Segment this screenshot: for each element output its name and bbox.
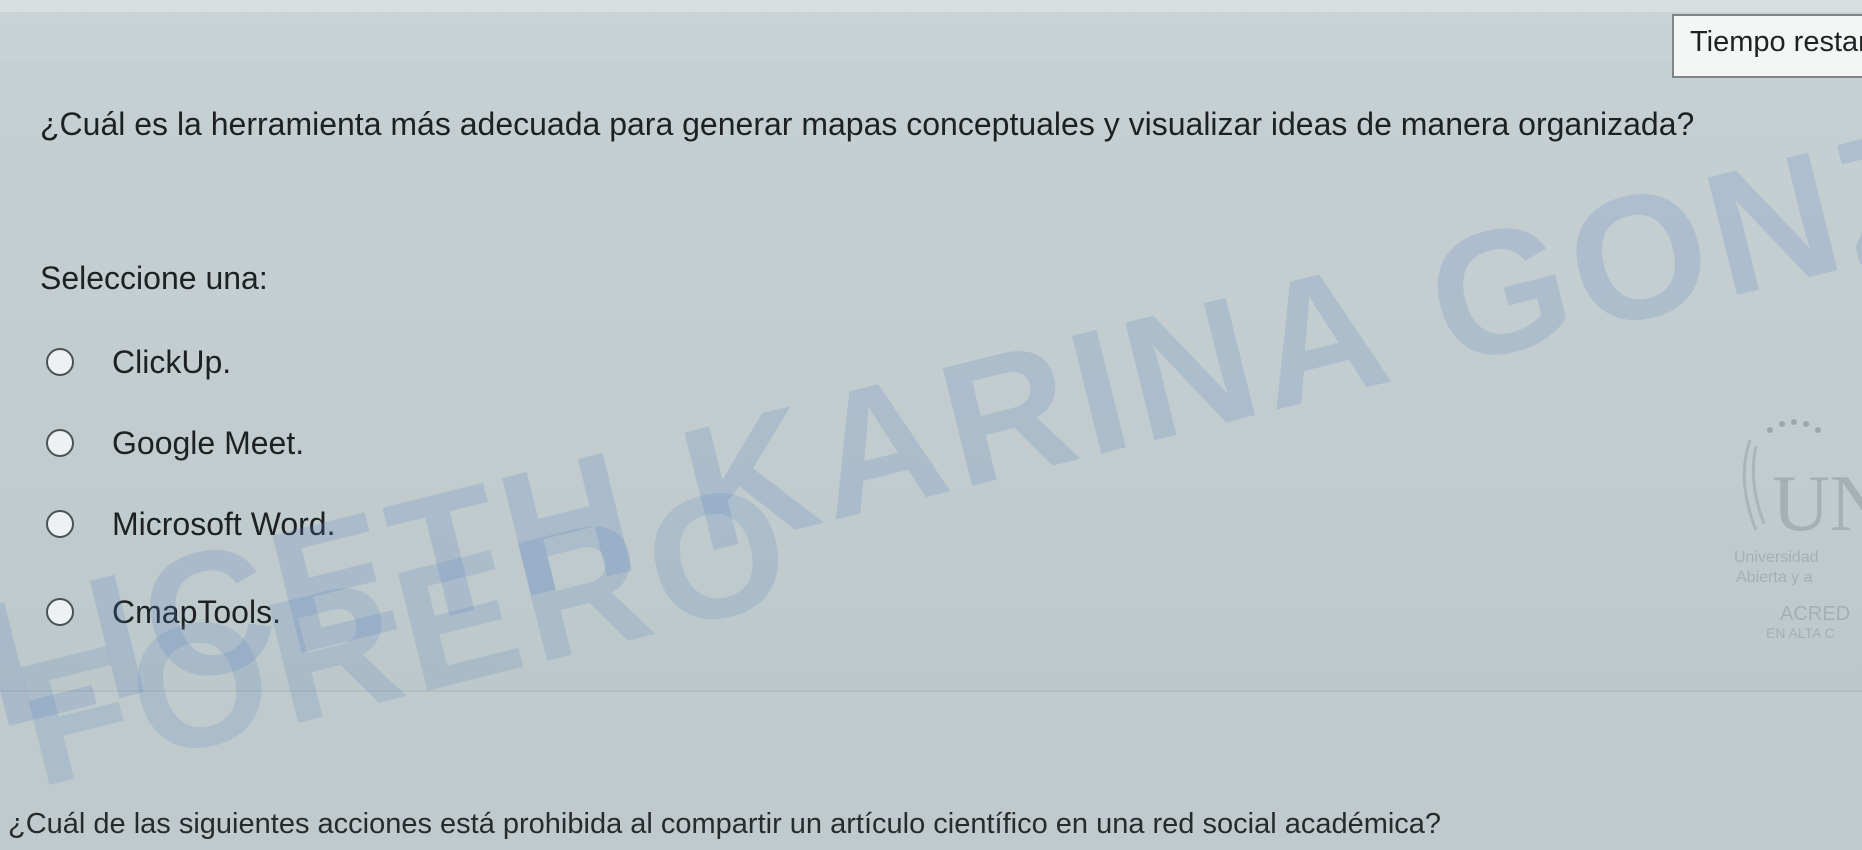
- next-question-text: ¿Cuál de las siguientes acciones está pr…: [8, 808, 1442, 840]
- option-label: CmapTools.: [112, 593, 281, 630]
- option-label: ClickUp.: [112, 343, 232, 380]
- option-clickup[interactable]: ClickUp.: [46, 340, 231, 384]
- option-microsoft-word[interactable]: Microsoft Word.: [46, 502, 335, 546]
- radio-button[interactable]: [46, 348, 74, 376]
- university-logo: UN Universidad Abierta y a ACRED EN ALTA…: [1734, 419, 1862, 641]
- radio-button[interactable]: [46, 510, 74, 538]
- option-cmaptools[interactable]: CmapTools.: [46, 590, 281, 634]
- radio-button[interactable]: [46, 598, 74, 626]
- option-label: Google Meet.: [112, 424, 305, 461]
- question-text: ¿Cuál es la herramienta más adecuada par…: [40, 106, 1695, 142]
- select-prompt: Seleccione una:: [40, 260, 268, 296]
- logo-word-4: EN ALTA C: [1766, 625, 1835, 641]
- logo-word-1: Universidad: [1734, 549, 1818, 566]
- logo-word-2: Abierta y a: [1736, 569, 1813, 586]
- option-google-meet[interactable]: Google Meet.: [46, 421, 304, 465]
- top-band: [0, 0, 1862, 12]
- logo-letters: UN: [1772, 460, 1862, 548]
- radio-button[interactable]: [46, 429, 74, 457]
- logo-word-3: ACRED: [1780, 603, 1850, 625]
- timer-label: Tiempo restar: [1690, 26, 1862, 58]
- option-label: Microsoft Word.: [112, 505, 336, 542]
